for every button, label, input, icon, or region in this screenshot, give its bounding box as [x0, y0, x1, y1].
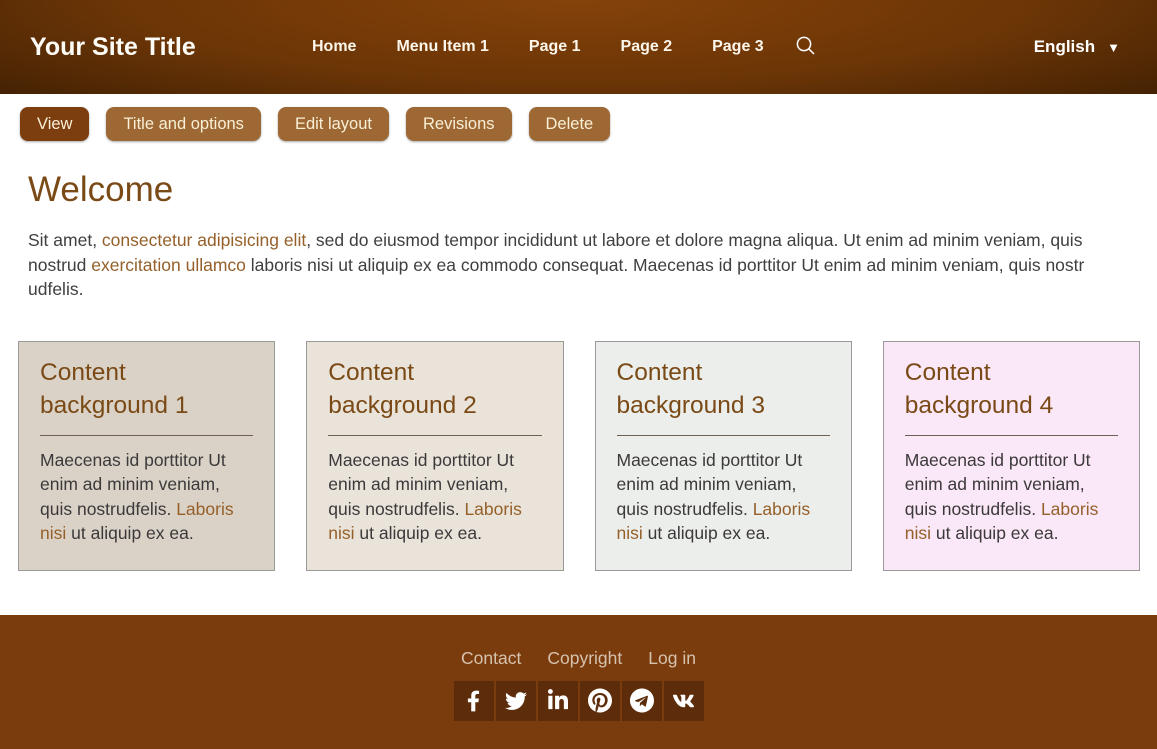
site-title[interactable]: Your Site Title	[30, 30, 200, 65]
vk-link[interactable]	[663, 680, 704, 721]
language-selector[interactable]: English ▼	[1034, 37, 1120, 57]
content-card-4: Content background 4 Maecenas id porttit…	[882, 340, 1140, 571]
page-title: Welcome	[28, 170, 174, 209]
card-divider	[616, 434, 830, 436]
card-title: Content background 4	[904, 358, 1054, 419]
telegram-icon	[629, 688, 654, 713]
tab-view[interactable]: View	[20, 107, 90, 141]
content-cards: Content background 1 Maecenas id porttit…	[18, 340, 1140, 571]
content-card-1: Content background 1 Maecenas id porttit…	[18, 340, 276, 571]
card-text: Maecenas id porttitor Ut enim ad minim v…	[905, 448, 1118, 546]
footer-link-contact[interactable]: Contact	[461, 648, 521, 669]
pinterest-icon	[587, 688, 612, 713]
footer-links: Contact Copyright Log in	[461, 648, 696, 669]
card-title: Content background 3	[616, 358, 765, 419]
card-divider	[40, 434, 254, 436]
card-divider	[328, 434, 542, 436]
card-divider	[904, 434, 1118, 436]
search-icon	[795, 35, 817, 60]
card-text-part: ut aliquip ex ea.	[931, 523, 1059, 543]
intro-text: Sit amet,	[28, 230, 102, 250]
card-title: Content background 2	[328, 358, 477, 419]
telegram-link[interactable]	[621, 680, 662, 721]
facebook-link[interactable]	[453, 680, 494, 721]
intro-link-2[interactable]: exercitation ullamco	[91, 255, 246, 275]
linkedin-icon	[547, 689, 568, 712]
linkedin-link[interactable]	[537, 680, 578, 721]
main-nav: Home Menu Item 1 Page 1 Page 2 Page 3	[312, 38, 764, 56]
footer-link-login[interactable]: Log in	[648, 648, 696, 669]
pinterest-link[interactable]	[579, 680, 620, 721]
search-button[interactable]	[795, 35, 817, 60]
tab-revisions[interactable]: Revisions	[405, 107, 512, 141]
vk-icon	[672, 691, 695, 711]
twitter-link[interactable]	[495, 680, 536, 721]
tab-edit-layout[interactable]: Edit layout	[277, 107, 389, 141]
admin-tabs: View Title and options Edit layout Revis…	[0, 94, 1157, 141]
card-title: Content background 1	[40, 358, 189, 419]
tab-title-and-options[interactable]: Title and options	[106, 107, 261, 141]
language-label: English	[1033, 37, 1096, 56]
intro-link-1[interactable]: consectetur adipisicing elit	[102, 230, 306, 250]
nav-item-page-1[interactable]: Page 1	[529, 38, 581, 56]
facebook-icon	[467, 689, 480, 713]
intro-paragraph: Sit amet, consectetur adipisicing elit, …	[28, 228, 1129, 302]
card-text-part: ut aliquip ex ea.	[66, 523, 194, 543]
social-links	[453, 680, 704, 721]
nav-item-home[interactable]: Home	[312, 38, 356, 56]
nav-item-page-3[interactable]: Page 3	[712, 38, 764, 56]
card-text-part: ut aliquip ex ea.	[642, 523, 771, 543]
nav-item-page-2[interactable]: Page 2	[621, 38, 673, 56]
content-card-3: Content background 3 Maecenas id porttit…	[594, 340, 852, 571]
chevron-down-icon: ▼	[1107, 39, 1120, 55]
nav-item-menu-item-1[interactable]: Menu Item 1	[396, 38, 488, 56]
card-text: Maecenas id porttitor Ut enim ad minim v…	[328, 448, 541, 546]
site-header: Your Site Title Home Menu Item 1 Page 1 …	[0, 0, 1157, 94]
card-text: Maecenas id porttitor Ut enim ad minim v…	[40, 448, 253, 546]
tab-delete[interactable]: Delete	[528, 107, 611, 141]
twitter-icon	[504, 690, 527, 712]
main-content: Welcome Sit amet, consectetur adipisicin…	[0, 170, 1157, 302]
card-text-part: ut aliquip ex ea.	[354, 523, 482, 543]
site-footer: Contact Copyright Log in	[0, 614, 1157, 749]
card-text: Maecenas id porttitor Ut enim ad minim v…	[617, 448, 830, 546]
content-card-2: Content background 2 Maecenas id porttit…	[306, 340, 564, 571]
footer-link-copyright[interactable]: Copyright	[547, 648, 622, 669]
